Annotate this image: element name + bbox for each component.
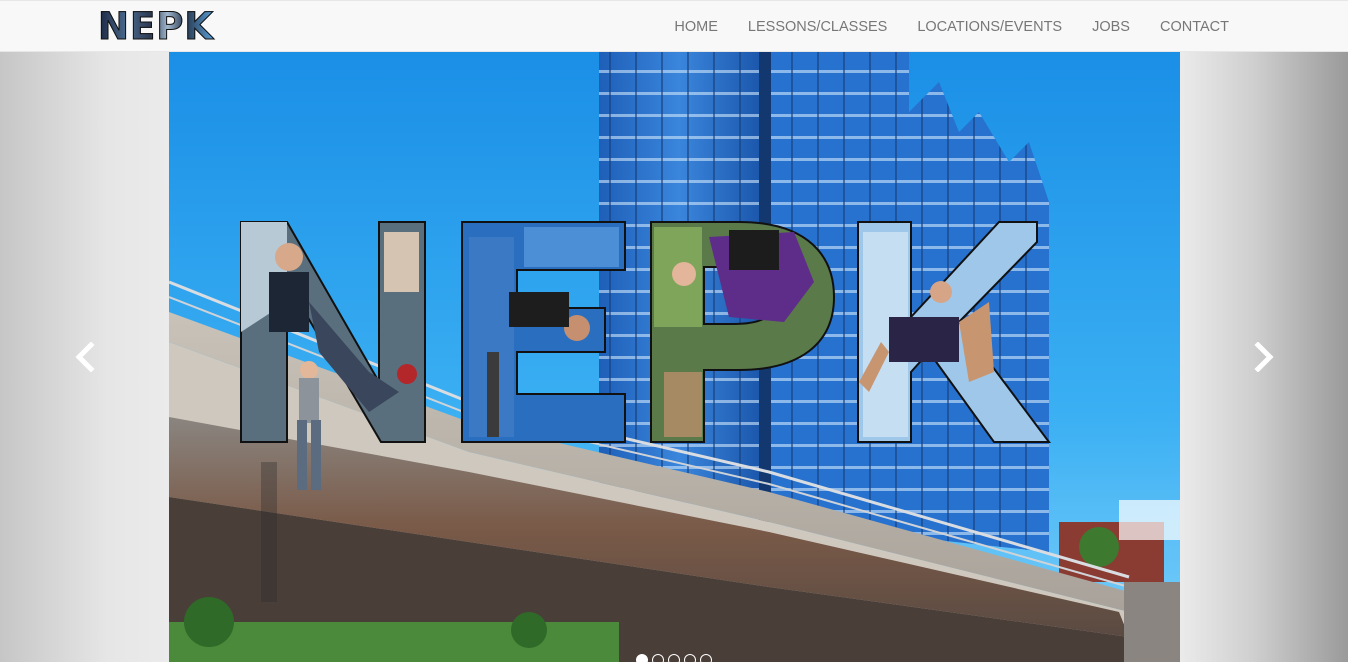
carousel-indicator-3[interactable] xyxy=(668,654,680,662)
carousel-indicator-4[interactable] xyxy=(684,654,696,662)
carousel-next-button[interactable] xyxy=(1179,52,1348,662)
carousel-indicators xyxy=(0,654,1348,662)
chevron-right-icon xyxy=(1253,342,1274,372)
nav-lessons-classes[interactable]: LESSONS/CLASSES xyxy=(733,1,902,53)
hero-carousel xyxy=(0,52,1348,662)
carousel-indicator-5[interactable] xyxy=(700,654,712,662)
nav-contact[interactable]: CONTACT xyxy=(1145,1,1244,53)
carousel-prev-button[interactable] xyxy=(0,52,169,662)
navbar: NEPK HOME LESSONS/CLASSES LOCATIONS/EVEN… xyxy=(0,0,1348,52)
chevron-left-icon xyxy=(74,342,95,372)
nav-home[interactable]: HOME xyxy=(659,1,733,53)
carousel-indicator-1[interactable] xyxy=(636,654,648,662)
carousel-indicator-2[interactable] xyxy=(652,654,664,662)
slide-image xyxy=(169,52,1180,662)
carousel-slide xyxy=(169,52,1180,662)
nav-menu: HOME LESSONS/CLASSES LOCATIONS/EVENTS JO… xyxy=(659,1,1244,53)
nav-jobs[interactable]: JOBS xyxy=(1077,1,1145,53)
nav-locations-events[interactable]: LOCATIONS/EVENTS xyxy=(902,1,1077,53)
brand-logo[interactable]: NEPK xyxy=(97,8,214,46)
